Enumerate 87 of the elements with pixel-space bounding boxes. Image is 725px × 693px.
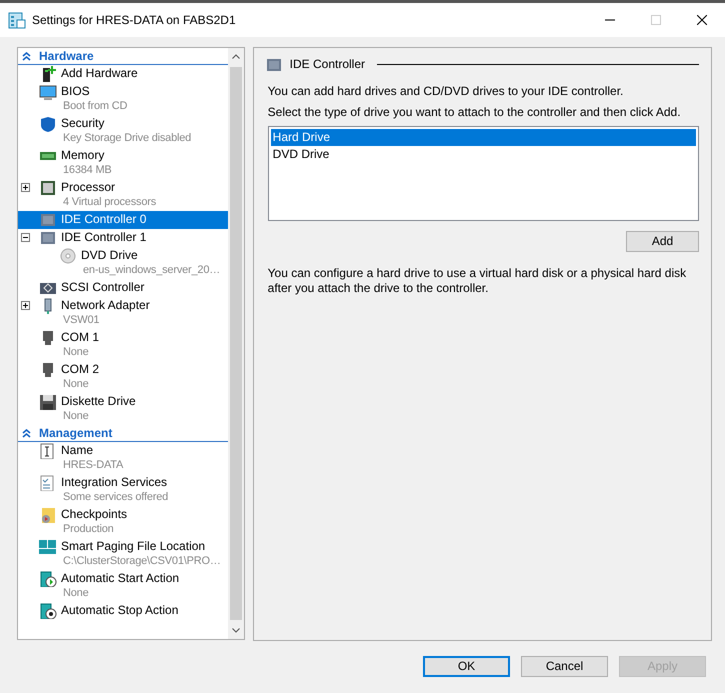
section-header[interactable]: Hardware xyxy=(39,48,94,64)
list-option[interactable]: Hard Drive xyxy=(270,129,696,146)
tree-item[interactable]: DVD Drive en-us_windows_server_20… xyxy=(18,247,228,279)
item-label: BIOS xyxy=(61,84,91,99)
item-detail: None xyxy=(63,345,90,360)
item-label: Add Hardware xyxy=(61,66,138,81)
list-option[interactable]: DVD Drive xyxy=(270,146,696,163)
item-label: Smart Paging File Location xyxy=(61,539,206,554)
tree-item[interactable]: Processor 4 Virtual processors xyxy=(18,179,228,211)
tree-item[interactable]: Add Hardware xyxy=(18,65,228,83)
drive-type-list[interactable]: Hard Drive DVD Drive xyxy=(268,126,699,221)
expand-icon[interactable] xyxy=(21,183,30,192)
tree-item[interactable]: Automatic Start Action None xyxy=(18,570,228,602)
item-detail: C:\ClusterStorage\CSV01\PRO… xyxy=(63,554,221,569)
expand-icon[interactable] xyxy=(21,301,30,310)
item-detail: 4 Virtual processors xyxy=(63,195,156,210)
start-action-icon xyxy=(39,571,57,587)
item-detail: en-us_windows_server_20… xyxy=(83,263,220,278)
item-label: IDE Controller 0 xyxy=(61,212,146,227)
window-title: Settings for HRES-DATA on FABS2D1 xyxy=(32,12,237,28)
tree-item[interactable]: Network Adapter VSW01 xyxy=(18,297,228,329)
item-label: Automatic Stop Action xyxy=(61,603,178,618)
tree-item[interactable]: Memory 16384 MB xyxy=(18,147,228,179)
disc-icon xyxy=(59,248,77,264)
tree-item[interactable]: Name HRES-DATA xyxy=(18,442,228,474)
dialog-button[interactable]: OK xyxy=(423,656,510,676)
item-label: COM 2 xyxy=(61,362,100,377)
stop-action-icon xyxy=(39,603,57,619)
scrollbar-thumb[interactable] xyxy=(230,67,242,620)
item-detail: VSW01 xyxy=(63,313,100,328)
tree-item[interactable]: IDE Controller 0 xyxy=(18,211,228,229)
controller-icon xyxy=(266,58,282,72)
group-title: IDE Controller xyxy=(290,57,366,72)
item-label: Security xyxy=(61,116,106,131)
item-detail: Key Storage Drive disabled xyxy=(63,131,192,146)
collapse-chevron-icon[interactable] xyxy=(22,52,31,60)
intro-text: You can add hard drives and CD/DVD drives to your IDE controller. xyxy=(268,84,624,99)
tree-item[interactable]: Automatic Stop Action xyxy=(18,602,228,620)
section-header[interactable]: Management xyxy=(39,426,112,440)
tree-item[interactable]: IDE Controller 1 xyxy=(18,229,228,247)
item-label: Automatic Start Action xyxy=(61,571,180,586)
tree-item[interactable]: COM 2 None xyxy=(18,361,228,393)
scroll-up-icon[interactable] xyxy=(232,54,240,59)
tree-item[interactable]: Smart Paging File Location C:\ClusterStorage\CSV01\PRO… xyxy=(18,538,228,570)
tree-item[interactable]: Diskette Drive None xyxy=(18,393,228,425)
scroll-down-icon[interactable] xyxy=(232,628,240,633)
controller-icon xyxy=(39,212,57,228)
item-label: SCSI Controller xyxy=(61,280,144,295)
item-label: Diskette Drive xyxy=(61,394,136,409)
item-detail: Some services offered xyxy=(63,490,168,505)
item-detail: Boot from CD xyxy=(63,99,128,114)
note-text: You can configure a hard drive to use a virtual hard disk or a physical hard disk after you attach the drive to the controller. xyxy=(268,266,688,296)
collapse-chevron-icon[interactable] xyxy=(22,428,31,438)
item-label: Integration Services xyxy=(61,475,168,490)
tree-item[interactable]: BIOS Boot from CD xyxy=(18,83,228,115)
tree-item[interactable]: Security Key Storage Drive disabled xyxy=(18,115,228,147)
item-label: DVD Drive xyxy=(81,248,139,263)
item-detail: HRES-DATA xyxy=(63,458,124,473)
folder-icon xyxy=(39,507,57,523)
item-detail: None xyxy=(63,586,90,601)
item-label: IDE Controller 1 xyxy=(61,230,146,245)
controller-icon xyxy=(39,230,57,246)
dialog-button[interactable]: Cancel xyxy=(521,656,608,676)
instruction-text: Select the type of drive you want to attach to the controller and then click Add. xyxy=(268,105,682,120)
monitor-icon xyxy=(39,84,57,100)
item-label: Checkpoints xyxy=(61,507,128,522)
item-detail: None xyxy=(63,409,90,424)
item-label: Processor xyxy=(61,180,116,195)
add-button[interactable]: Add xyxy=(626,231,699,252)
item-detail: Production xyxy=(63,522,115,537)
item-detail: None xyxy=(63,377,90,392)
item-label: Memory xyxy=(61,148,106,163)
shield-icon xyxy=(39,116,57,132)
tree-item[interactable]: COM 1 None xyxy=(18,329,228,361)
item-label: Network Adapter xyxy=(61,298,150,313)
item-label: Name xyxy=(61,443,94,458)
item-detail: 16384 MB xyxy=(63,163,112,178)
tree-item[interactable]: Integration Services Some services offered xyxy=(18,474,228,506)
close-icon[interactable] xyxy=(697,15,707,25)
controller-icon xyxy=(39,280,57,296)
item-label: COM 1 xyxy=(61,330,100,345)
collapse-icon[interactable] xyxy=(21,233,30,242)
scrollbar[interactable] xyxy=(228,48,244,639)
tree-item[interactable]: SCSI Controller xyxy=(18,279,228,297)
chip-icon xyxy=(39,180,57,196)
settings-app-icon xyxy=(8,11,26,29)
tree-item[interactable]: Checkpoints Production xyxy=(18,506,228,538)
